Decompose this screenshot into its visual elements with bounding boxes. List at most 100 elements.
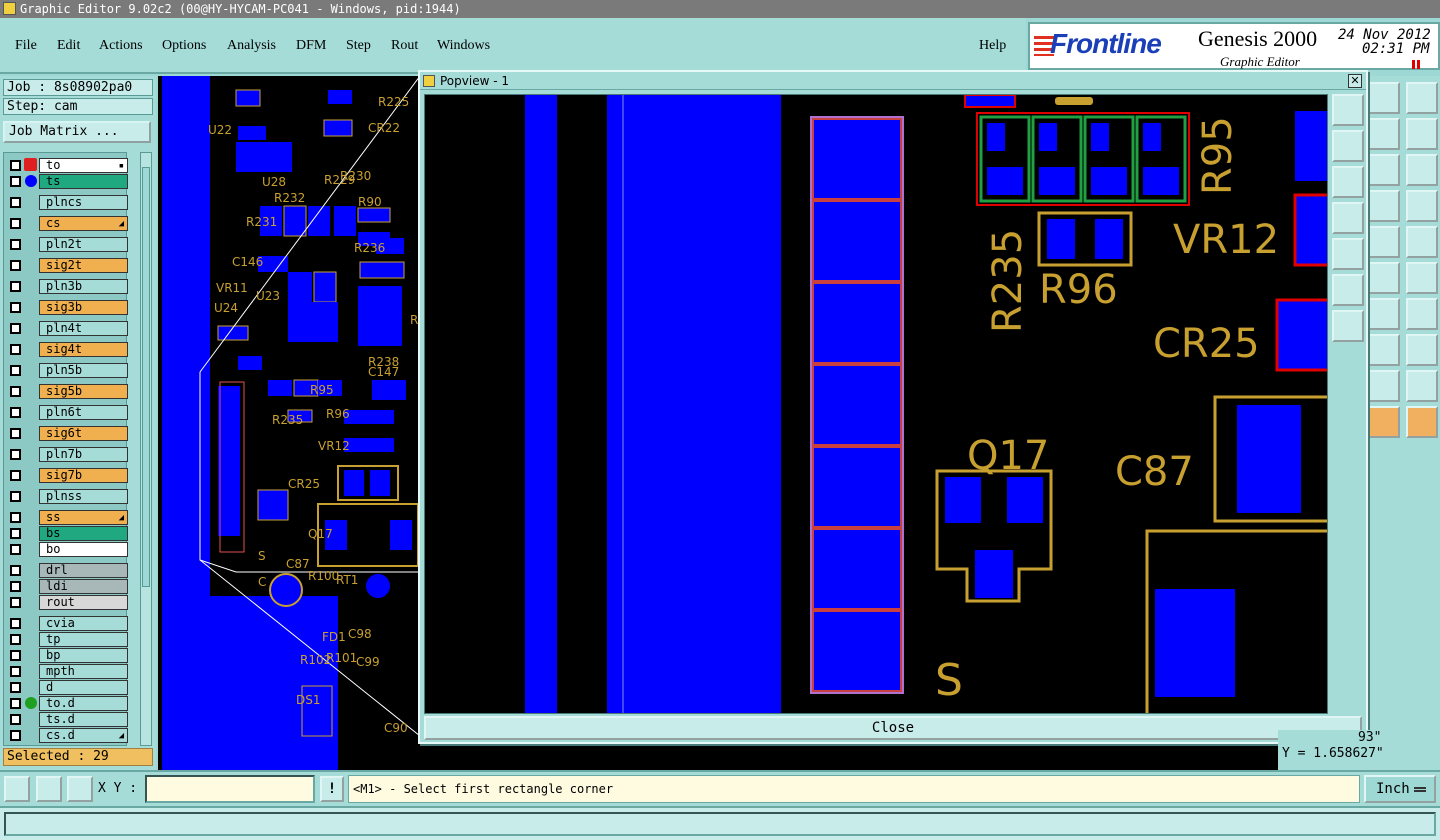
- layer-row-plnss[interactable]: plnss: [8, 489, 128, 504]
- menu-step[interactable]: Step: [346, 38, 371, 54]
- dot-icon[interactable]: [1406, 226, 1438, 258]
- layer-row-sig5b[interactable]: sig5b: [8, 384, 128, 399]
- layer-visibility-checkbox[interactable]: [10, 239, 21, 250]
- layer-visibility-checkbox[interactable]: [10, 581, 21, 592]
- layer-row-pln5b[interactable]: pln5b: [8, 363, 128, 378]
- popview-close-button[interactable]: Close: [424, 716, 1362, 740]
- layer-visibility-checkbox[interactable]: [10, 197, 21, 208]
- layer-row-ts-d[interactable]: ts.d: [8, 712, 128, 727]
- layer-list-scrollbar[interactable]: [140, 152, 152, 746]
- scrollbar-thumb[interactable]: [142, 167, 150, 587]
- menu-edit[interactable]: Edit: [57, 38, 80, 54]
- layer-row-pln2t[interactable]: pln2t: [8, 237, 128, 252]
- layer-visibility-checkbox[interactable]: [10, 634, 21, 645]
- cut-icon[interactable]: [1406, 370, 1438, 402]
- layer-visibility-checkbox[interactable]: [10, 528, 21, 539]
- layer-row-cvia[interactable]: cvia: [8, 616, 128, 631]
- pause-icon[interactable]: [1412, 60, 1420, 69]
- layer-row-pln4t[interactable]: pln4t: [8, 321, 128, 336]
- layer-visibility-checkbox[interactable]: [10, 470, 21, 481]
- center-view-icon[interactable]: [1332, 310, 1364, 342]
- layer-row-sig2t[interactable]: sig2t: [8, 258, 128, 273]
- layer-row-cs[interactable]: cs ◢: [8, 216, 128, 231]
- layer-visibility-checkbox[interactable]: [10, 491, 21, 502]
- layer-row-rout[interactable]: rout: [8, 595, 128, 610]
- unit-selector[interactable]: Inch: [1364, 775, 1436, 803]
- layer-row-sig7b[interactable]: sig7b: [8, 468, 128, 483]
- pan-right-icon[interactable]: [1332, 238, 1364, 270]
- flip-icon[interactable]: [1406, 298, 1438, 330]
- home-icon[interactable]: [1368, 82, 1400, 114]
- netlist-icon[interactable]: [1406, 190, 1438, 222]
- layers-icon[interactable]: [1368, 118, 1400, 150]
- snap-icon[interactable]: [4, 776, 30, 802]
- pan-left-icon[interactable]: [1332, 202, 1364, 234]
- zoom-icon[interactable]: [1406, 118, 1438, 150]
- measure-icon[interactable]: [1368, 334, 1400, 366]
- layer-visibility-checkbox[interactable]: [10, 365, 21, 376]
- layer-visibility-checkbox[interactable]: [10, 323, 21, 334]
- add-pin-red-icon[interactable]: [1406, 262, 1438, 294]
- layer-visibility-checkbox[interactable]: [10, 302, 21, 313]
- layer-row-pln6t[interactable]: pln6t: [8, 405, 128, 420]
- ratio-icon[interactable]: [1368, 154, 1400, 186]
- layer-row-sig6t[interactable]: sig6t: [8, 426, 128, 441]
- layer-visibility-checkbox[interactable]: [10, 544, 21, 555]
- layer-row-mpth[interactable]: mpth: [8, 664, 128, 679]
- rotate-icon[interactable]: [1368, 298, 1400, 330]
- layer-visibility-checkbox[interactable]: [10, 260, 21, 271]
- popview-close-icon[interactable]: ✕: [1348, 74, 1362, 88]
- grid-icon[interactable]: [67, 776, 93, 802]
- popview-canvas[interactable]: R95 R235 R96 VR12 CR25 Q17 C87 S: [424, 94, 1328, 714]
- layer-visibility-checkbox[interactable]: [10, 176, 21, 187]
- layer-row-sig4t[interactable]: sig4t: [8, 342, 128, 357]
- layer-row-ss[interactable]: ss ◢: [8, 510, 128, 525]
- layer-visibility-checkbox[interactable]: [10, 714, 21, 725]
- fit-view-icon[interactable]: [1332, 274, 1364, 306]
- layer-row-bo[interactable]: bo: [8, 542, 128, 557]
- menu-help[interactable]: Help: [979, 38, 1006, 54]
- layer-row-tp[interactable]: tp: [8, 632, 128, 647]
- route-icon[interactable]: [1406, 406, 1438, 438]
- layer-visibility-checkbox[interactable]: [10, 666, 21, 677]
- layer-visibility-checkbox[interactable]: [10, 730, 21, 741]
- layer-visibility-checkbox[interactable]: [10, 565, 21, 576]
- layer-visibility-checkbox[interactable]: [10, 618, 21, 629]
- layer-row-ldi[interactable]: ldi: [8, 579, 128, 594]
- menu-options[interactable]: Options: [162, 38, 206, 54]
- layer-row-bp[interactable]: bp: [8, 648, 128, 663]
- layer-visibility-checkbox[interactable]: [10, 449, 21, 460]
- layer-visibility-checkbox[interactable]: [10, 597, 21, 608]
- layer-row-to[interactable]: to ▪: [8, 158, 128, 173]
- layer-row-pln7b[interactable]: pln7b: [8, 447, 128, 462]
- layer-visibility-checkbox[interactable]: [10, 344, 21, 355]
- menu-windows[interactable]: Windows: [437, 38, 490, 54]
- layer-visibility-checkbox[interactable]: [10, 407, 21, 418]
- help-icon[interactable]: [1406, 154, 1438, 186]
- menu-file[interactable]: File: [15, 38, 37, 54]
- job-matrix-button[interactable]: Job Matrix ...: [3, 121, 151, 143]
- layer-row-drl[interactable]: drl: [8, 563, 128, 578]
- layer-visibility-checkbox[interactable]: [10, 160, 21, 171]
- layer-visibility-checkbox[interactable]: [10, 386, 21, 397]
- ruler-icon[interactable]: [1368, 226, 1400, 258]
- menu-dfm[interactable]: DFM: [296, 38, 326, 54]
- layer-row-pln3b[interactable]: pln3b: [8, 279, 128, 294]
- menu-rout[interactable]: Rout: [391, 38, 418, 54]
- layer-row-sig3b[interactable]: sig3b: [8, 300, 128, 315]
- execute-button[interactable]: !: [320, 776, 344, 802]
- zoom-in-icon[interactable]: [1332, 130, 1364, 162]
- zoom-out-icon[interactable]: [1332, 166, 1364, 198]
- menu-actions[interactable]: Actions: [99, 38, 143, 54]
- layer-row-bs[interactable]: bs: [8, 526, 128, 541]
- xy-input[interactable]: [145, 775, 315, 803]
- measure-icon[interactable]: [36, 776, 62, 802]
- network-icon[interactable]: [1368, 190, 1400, 222]
- layer-row-plncs[interactable]: plncs: [8, 195, 128, 210]
- layer-visibility-checkbox[interactable]: [10, 428, 21, 439]
- window-icon[interactable]: [1406, 82, 1438, 114]
- layer-row-to-d[interactable]: to.d: [8, 696, 128, 711]
- filter-icon[interactable]: [1368, 370, 1400, 402]
- layer-visibility-checkbox[interactable]: [10, 650, 21, 661]
- select-arrow-icon[interactable]: [1368, 406, 1400, 438]
